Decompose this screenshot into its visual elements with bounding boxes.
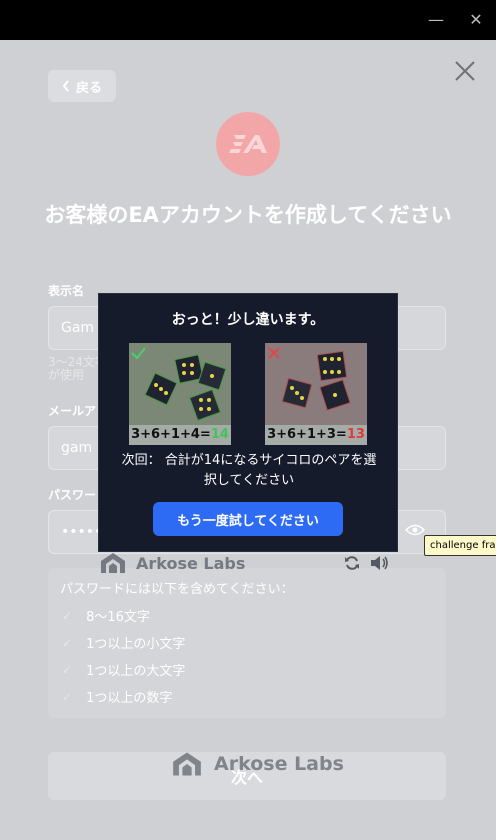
chevron-left-icon [62, 80, 69, 92]
dice-image-wrong[interactable]: 3+6+1+3=13 [265, 343, 367, 445]
password-label: パスワー [48, 488, 97, 502]
check-icon: ✓ [62, 635, 73, 650]
requirement-item: ✓ 1つ以上の数字 [62, 689, 173, 707]
back-button[interactable]: 戻る [48, 70, 116, 102]
challenge-title: おっと！少し違います。 [171, 312, 325, 328]
eye-icon[interactable] [405, 523, 425, 537]
requirement-item: ✓ 8～16文字 [62, 608, 150, 626]
requirements-title: パスワードには以下を含めてください： [60, 582, 294, 597]
dice-image-correct[interactable]: 3+6+1+4=14 [129, 343, 231, 445]
challenge-frame: おっと！少し違います。 3+6+1+4=14 3+6+1+3=13 次回： 合計… [98, 293, 398, 552]
dice-equation: 3+6+1+4=14 [129, 425, 231, 445]
refresh-icon[interactable] [344, 555, 360, 571]
arkose-branding-bottom: Arkose Labs [172, 750, 344, 778]
audio-icon[interactable] [370, 555, 390, 571]
email-label: メールア [48, 404, 97, 418]
arkose-controls [344, 555, 390, 571]
arkose-branding: Arkose Labs [100, 552, 245, 574]
minimize-icon: — [428, 10, 444, 29]
page-title: お客様のEAアカウントを作成してください [44, 203, 452, 227]
requirement-item: ✓ 1つ以上の小文字 [62, 635, 186, 653]
dice-equation: 3+6+1+3=13 [265, 425, 367, 445]
check-icon: ✓ [62, 608, 73, 623]
window-titlebar: — ✕ [0, 0, 496, 40]
requirement-item: ✓ 1つ以上の大文字 [62, 662, 186, 680]
ea-logo [216, 112, 280, 176]
minimize-button[interactable]: — [424, 8, 448, 32]
dice-illustration [129, 343, 231, 425]
tooltip: challenge frame [424, 535, 496, 556]
check-icon: ✓ [62, 689, 73, 704]
ea-logo-icon [229, 135, 267, 153]
dialog-close-button[interactable] [452, 58, 478, 84]
dice-illustration [265, 343, 367, 425]
check-icon: ✓ [62, 662, 73, 677]
close-icon: ✕ [469, 10, 483, 29]
close-icon [455, 61, 475, 81]
retry-button[interactable]: もう一度試してください [153, 502, 343, 536]
arkose-logo-icon [173, 752, 201, 776]
window-close-button[interactable]: ✕ [464, 8, 488, 32]
arkose-logo-icon [101, 553, 125, 573]
challenge-instruction: 次回： 合計が14になるサイコロのペアを選択してください [121, 453, 377, 488]
back-label: 戻る [75, 80, 102, 96]
display-name-label: 表示名 [48, 284, 85, 298]
